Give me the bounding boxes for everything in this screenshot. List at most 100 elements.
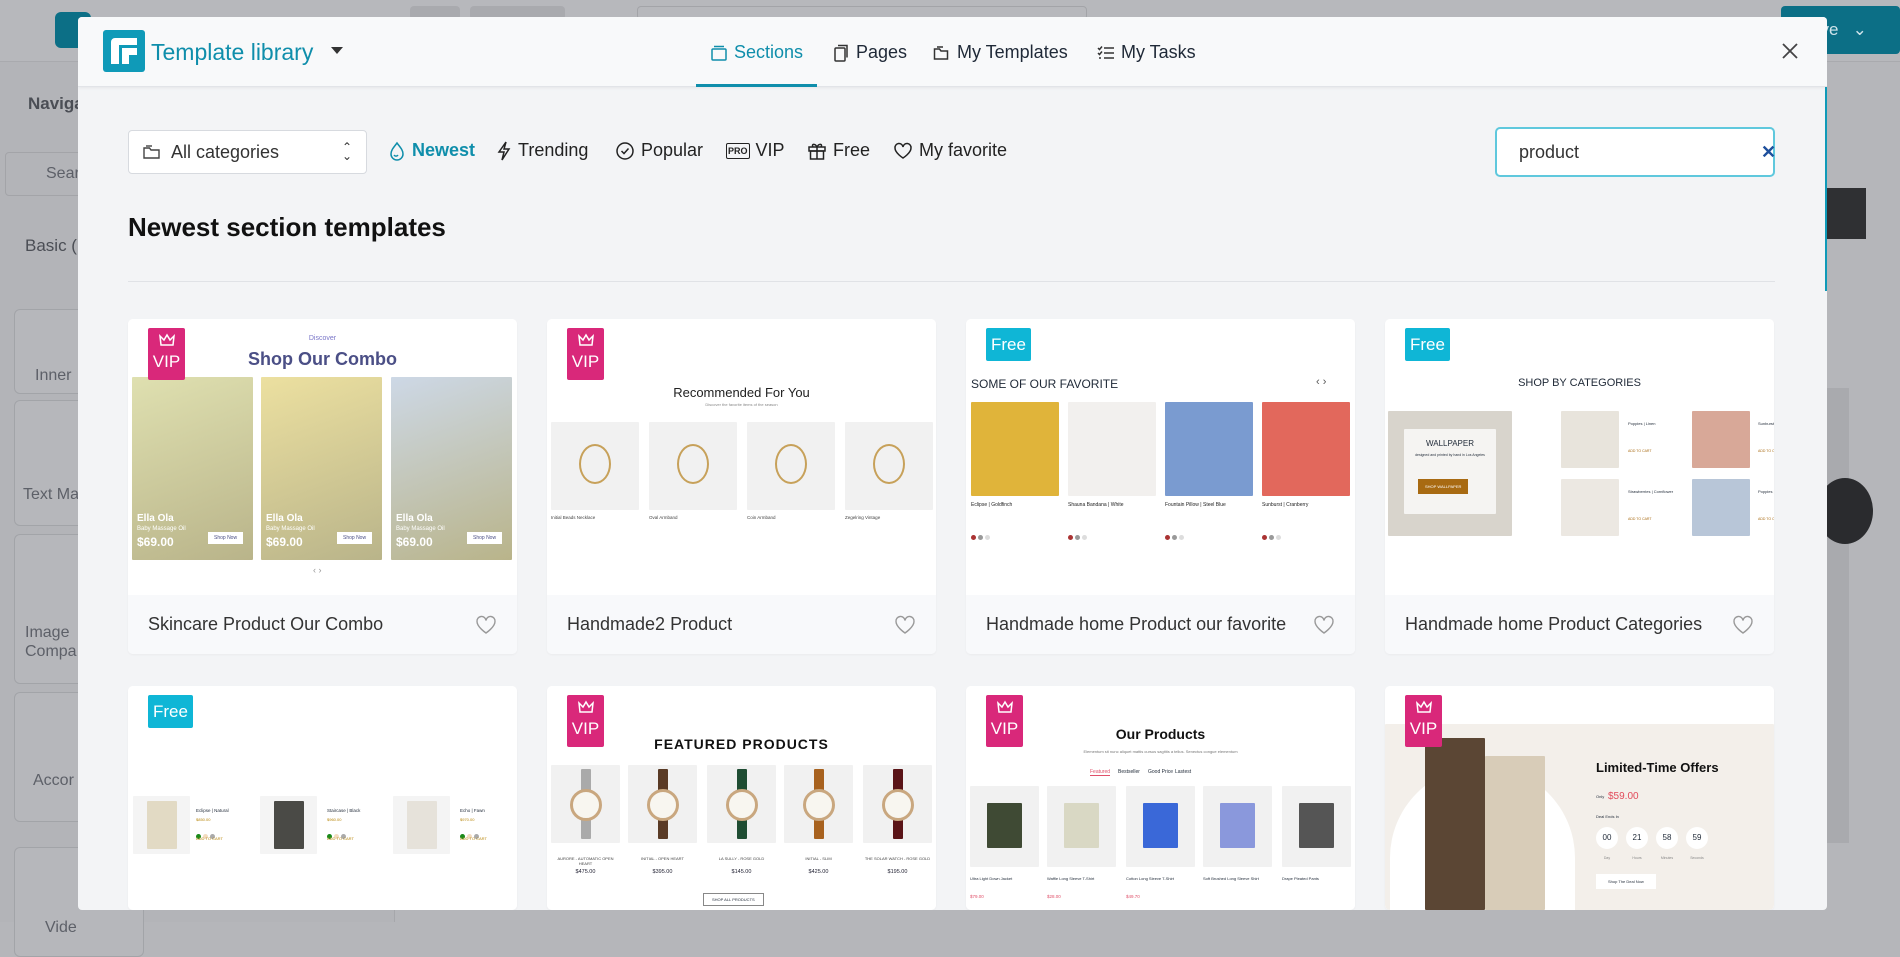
template-name: Handmade home Product our favorite bbox=[986, 614, 1287, 634]
watch-face bbox=[882, 789, 914, 821]
color-swatches bbox=[1165, 527, 1186, 545]
template-card[interactable]: VIP FEATURED PRODUCTS AURORE - AUTOMATIC O… bbox=[547, 686, 936, 910]
card-footer: Skincare Product Our Combo bbox=[128, 595, 517, 654]
badge-label: VIP bbox=[152, 352, 181, 371]
thumb-text: LA SULLY - ROSE GOLD bbox=[718, 856, 765, 861]
close-icon[interactable] bbox=[1778, 39, 1802, 63]
heart-icon[interactable] bbox=[894, 615, 916, 635]
navigator-label: Naviga bbox=[28, 94, 84, 113]
folder-icon bbox=[143, 145, 160, 159]
jewelry bbox=[677, 444, 709, 484]
filter-free[interactable]: Free bbox=[807, 140, 870, 161]
clothing-image bbox=[987, 803, 1022, 848]
template-card[interactable]: Free SHOP BY CATEGORIES WALLPAPER designed … bbox=[1385, 319, 1774, 654]
thumb-text: Eclipse | Natural bbox=[196, 808, 229, 813]
filter-label: VIP bbox=[755, 140, 785, 160]
thumb-text: FEATURED PRODUCTS bbox=[654, 736, 829, 752]
tab-my-templates[interactable]: My Templates bbox=[933, 42, 1068, 63]
color-swatches bbox=[1262, 527, 1283, 545]
badge-label: VIP bbox=[571, 352, 600, 371]
crown-icon bbox=[158, 333, 175, 346]
thumb-text: Discover the favorite items of the seaso… bbox=[705, 402, 778, 407]
watch-face bbox=[570, 789, 602, 821]
thumb-text: Echo | Fawn bbox=[460, 808, 485, 813]
thumb-text: $425.00 bbox=[808, 869, 829, 875]
filter-vip[interactable]: PRO VIP bbox=[726, 140, 785, 161]
template-thumbnail[interactable]: VIP Recommended For You Discover the favor… bbox=[547, 319, 936, 595]
thumb-text: Baby Massage Oil bbox=[396, 526, 445, 532]
tasks-icon bbox=[1097, 45, 1114, 59]
search-input[interactable] bbox=[1519, 141, 1751, 163]
thumb-text: Deal Ends In bbox=[1596, 814, 1619, 819]
filter-label: Newest bbox=[412, 140, 476, 160]
template-card[interactable]: VIP Discover Shop Our Combo Ella Ola Baby Ma… bbox=[128, 319, 517, 654]
tab-my-tasks[interactable]: My Tasks bbox=[1097, 42, 1196, 63]
template-thumbnail[interactable]: VIP Discover Shop Our Combo Ella Ola Baby Ma… bbox=[128, 319, 517, 595]
filter-label: Free bbox=[833, 140, 871, 160]
template-card[interactable]: VIP Limited-Time Offers Only $59.00 Deal End… bbox=[1385, 686, 1774, 910]
thumb-text: Shauna Bandana | White bbox=[1068, 502, 1124, 508]
filter-newest[interactable]: Newest bbox=[388, 140, 475, 161]
template-thumbnail[interactable]: Free Eclipse | Natural $850.00 ADD TO CART S… bbox=[128, 686, 517, 910]
jewelry bbox=[579, 444, 611, 484]
modal-title[interactable]: Template library bbox=[151, 39, 313, 66]
rug-image bbox=[407, 801, 437, 849]
check-circle-icon bbox=[616, 141, 634, 160]
thumb-text: ADD TO CART bbox=[1758, 449, 1774, 453]
template-thumbnail[interactable]: VIP Our Products Elementum sit nunc alique… bbox=[966, 686, 1355, 910]
countdown-value: 21 bbox=[1626, 827, 1648, 849]
thumb-text: Discover bbox=[308, 335, 337, 342]
badge-label: VIP bbox=[571, 719, 600, 738]
library-logo-icon bbox=[103, 30, 145, 72]
filter-my-favorite[interactable]: My favorite bbox=[893, 140, 1007, 161]
folder-icon bbox=[933, 45, 949, 60]
template-card[interactable]: Free Eclipse | Natural $850.00 ADD TO CART S… bbox=[128, 686, 517, 910]
caret-down-icon[interactable] bbox=[331, 47, 343, 54]
template-thumbnail[interactable]: Free SHOP BY CATEGORIES WALLPAPER designed … bbox=[1385, 319, 1774, 595]
thumb-text: Bestseller bbox=[1118, 769, 1140, 775]
rug-image bbox=[147, 801, 177, 849]
filter-trending[interactable]: Trending bbox=[496, 140, 588, 161]
heart-icon[interactable] bbox=[475, 615, 497, 635]
template-thumbnail[interactable]: VIP Limited-Time Offers Only $59.00 Deal End… bbox=[1385, 686, 1774, 910]
thumb-text: $69.00 bbox=[396, 535, 433, 549]
bg-panel bbox=[1827, 388, 1849, 843]
template-card[interactable]: Free SOME OF OUR FAVORITE ‹ › Eclipse | Gol… bbox=[966, 319, 1355, 654]
filter-label: Trending bbox=[518, 140, 589, 160]
category-select[interactable]: All categories ⌃ ⌄ bbox=[128, 130, 367, 174]
free-badge: Free bbox=[1405, 328, 1450, 361]
template-thumbnail[interactable]: Free SOME OF OUR FAVORITE ‹ › Eclipse | Gol… bbox=[966, 319, 1355, 595]
tab-pages[interactable]: Pages bbox=[832, 42, 907, 63]
thumb-text: $69.00 bbox=[137, 535, 174, 549]
thumb-text: Recommended For You bbox=[673, 385, 810, 400]
carousel-arrows[interactable]: ‹ › bbox=[1316, 376, 1326, 388]
carousel-arrows[interactable]: ‹ › bbox=[313, 565, 322, 575]
watch-face bbox=[803, 789, 835, 821]
template-library-modal: Template library Sections Pages My Templ… bbox=[78, 17, 1827, 910]
thumb-text: Zegelring Vintage bbox=[845, 515, 881, 520]
heart-icon[interactable] bbox=[1732, 615, 1754, 635]
countdown-value: 59 bbox=[1686, 827, 1708, 849]
heart-icon[interactable] bbox=[1313, 615, 1335, 635]
modal-body: All categories ⌃ ⌄ Newest Trending Popula… bbox=[78, 88, 1827, 910]
thumb-text: Shop The Deal Now bbox=[1596, 874, 1656, 889]
thumb-text: ADD TO CART bbox=[460, 836, 487, 841]
clear-search-icon[interactable]: ✕ bbox=[1761, 142, 1776, 163]
filter-popular[interactable]: Popular bbox=[615, 140, 703, 161]
template-thumbnail[interactable]: VIP FEATURED PRODUCTS AURORE - AUTOMATIC O… bbox=[547, 686, 936, 910]
thumb-text: Oval Armband bbox=[649, 515, 678, 520]
bg-dark-block bbox=[1827, 188, 1866, 239]
search-box[interactable]: ✕ bbox=[1495, 127, 1776, 177]
template-card[interactable]: VIP Our Products Elementum sit nunc alique… bbox=[966, 686, 1355, 910]
thumb-text: Eclipse | Goldfinch bbox=[971, 502, 1013, 508]
product-image bbox=[1068, 402, 1156, 496]
thumb-text: Day bbox=[1603, 856, 1611, 860]
template-card[interactable]: VIP Recommended For You Discover the favor… bbox=[547, 319, 936, 654]
tab-label: Sections bbox=[734, 42, 804, 62]
person-image bbox=[1425, 738, 1485, 910]
tab-sections[interactable]: Sections bbox=[710, 42, 803, 63]
thumb-text: Seconds bbox=[1690, 856, 1704, 860]
scrollbar-thumb[interactable] bbox=[1825, 87, 1827, 291]
clothing-image bbox=[1064, 803, 1099, 848]
thumb-text: Lastest bbox=[1175, 769, 1192, 775]
